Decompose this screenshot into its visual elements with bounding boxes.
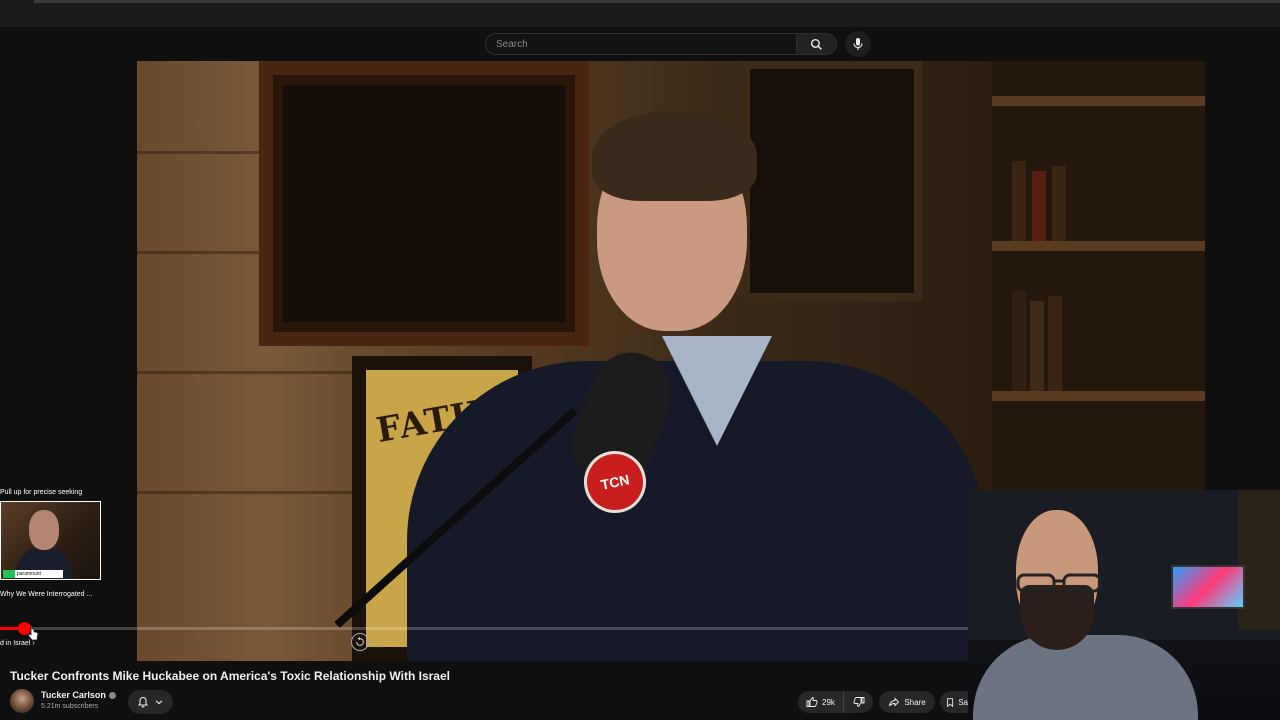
search-button[interactable] xyxy=(797,33,837,55)
browser-tab-strip xyxy=(0,0,1280,27)
channel-name[interactable]: Tucker Carlson xyxy=(41,690,116,700)
share-label: Share xyxy=(904,697,926,707)
seek-hint: Pull up for precise seeking xyxy=(0,489,83,496)
webcam-glasses xyxy=(1016,573,1102,593)
webcam-overlay xyxy=(968,490,1280,720)
browser-tab-line xyxy=(34,0,1280,3)
microphone-icon xyxy=(853,38,863,50)
voice-search-button[interactable] xyxy=(845,31,871,57)
player-right-margin xyxy=(1205,61,1280,491)
bookmark-icon xyxy=(947,697,954,707)
search-box[interactable] xyxy=(485,33,797,55)
chapter-label-text: d in Israel xyxy=(0,640,31,647)
like-count: 29k xyxy=(822,697,835,707)
webcam-hoodie xyxy=(973,635,1198,720)
dislike-button[interactable] xyxy=(844,691,873,713)
save-label: Sa xyxy=(958,697,968,707)
background-painting xyxy=(259,61,589,346)
background-bookshelf xyxy=(992,61,1205,491)
chevron-right-icon: › xyxy=(32,640,35,647)
video-title: Tucker Confronts Mike Huckabee on Americ… xyxy=(10,669,450,683)
seek-preview-title: Why We Were Interrogated ... xyxy=(0,591,93,598)
channel-avatar[interactable] xyxy=(10,689,34,713)
autoplay-icon[interactable] xyxy=(351,633,369,651)
share-icon xyxy=(889,697,900,707)
search-input[interactable] xyxy=(496,34,796,55)
save-button[interactable]: Sa xyxy=(940,691,968,713)
verified-icon xyxy=(108,692,116,700)
subscriber-count: 5.21m subscribers xyxy=(41,703,99,710)
chevron-down-icon xyxy=(155,700,163,705)
bell-icon xyxy=(137,696,148,708)
like-button[interactable]: 29k xyxy=(798,691,844,713)
thumbs-up-icon xyxy=(806,697,818,707)
webcam-tv xyxy=(1171,565,1245,609)
cursor-icon xyxy=(27,625,39,641)
host-figure xyxy=(577,91,777,341)
share-button[interactable]: Share xyxy=(879,691,935,713)
search-icon xyxy=(810,38,822,50)
chapter-label[interactable]: d in Israel › xyxy=(0,640,35,647)
masthead xyxy=(0,27,1280,61)
like-dislike-group: 29k xyxy=(798,691,873,713)
seek-preview-thumbnail: paramount xyxy=(0,501,101,580)
progress-bar[interactable] xyxy=(0,622,968,635)
notifications-button[interactable] xyxy=(128,690,173,714)
thumbs-down-icon xyxy=(852,697,864,707)
channel-name-text[interactable]: Tucker Carlson xyxy=(41,690,106,700)
